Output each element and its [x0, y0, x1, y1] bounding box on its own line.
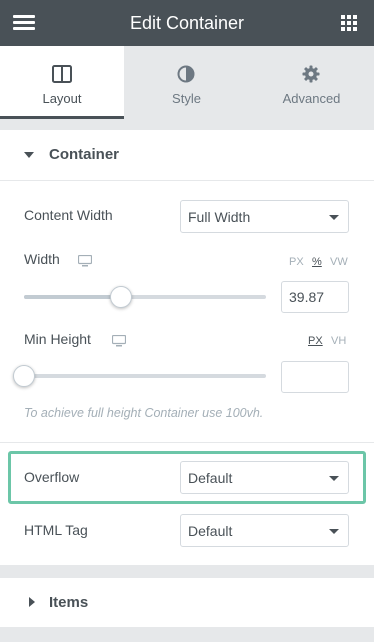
width-slider-handle[interactable]	[110, 286, 132, 308]
section-container-title: Container	[49, 146, 120, 163]
min-height-slider-handle[interactable]	[13, 365, 35, 387]
unit-px[interactable]: PX	[289, 256, 304, 268]
caret-down-icon	[24, 152, 34, 158]
overflow-value: Default	[188, 470, 233, 486]
min-height-hint: To achieve full height Container use 100…	[24, 406, 264, 420]
gear-icon	[302, 65, 320, 83]
width-slider-fill	[24, 295, 121, 299]
chevron-down-icon	[329, 215, 339, 220]
width-label: Width	[24, 251, 60, 267]
section-items-header[interactable]: Items	[0, 578, 374, 627]
panel-tabs: Layout Style Advanced	[0, 46, 374, 119]
min-height-input[interactable]	[281, 361, 349, 393]
container-controls: Content Width Full Width Width PX % VW M…	[0, 180, 374, 442]
width-input[interactable]	[281, 281, 349, 313]
content-width-select[interactable]: Full Width	[180, 200, 349, 233]
layout-icon	[52, 65, 72, 83]
container-controls-2: Overflow Default HTML Tag Default	[0, 443, 374, 565]
panel-title: Edit Container	[129, 13, 245, 33]
content-width-value: Full Width	[188, 209, 251, 225]
html-tag-select[interactable]: Default	[180, 514, 349, 547]
html-tag-value: Default	[188, 523, 233, 539]
overflow-select[interactable]: Default	[180, 461, 349, 494]
editor-header: Edit Container	[0, 0, 374, 46]
unit-vw[interactable]: VW	[330, 256, 348, 268]
chevron-down-icon	[329, 476, 339, 481]
tab-style-label: Style	[172, 91, 201, 106]
tab-layout[interactable]: Layout	[0, 46, 124, 119]
unit-px[interactable]: PX	[308, 335, 323, 347]
tab-style[interactable]: Style	[124, 46, 249, 119]
chevron-down-icon	[329, 529, 339, 534]
html-tag-label: HTML Tag	[24, 522, 88, 538]
tab-layout-label: Layout	[42, 91, 82, 106]
width-slider-track[interactable]	[24, 295, 266, 299]
desktop-icon[interactable]	[112, 335, 126, 347]
tab-advanced[interactable]: Advanced	[249, 46, 374, 119]
content-width-label: Content Width	[24, 207, 113, 223]
overflow-label: Overflow	[24, 469, 80, 485]
min-height-label: Min Height	[24, 331, 91, 347]
section-items-title: Items	[49, 594, 89, 611]
desktop-icon[interactable]	[78, 255, 92, 267]
caret-right-icon	[29, 597, 35, 607]
section-container-header[interactable]: Container	[0, 130, 374, 180]
min-height-slider-track[interactable]	[24, 374, 266, 378]
unit-vh[interactable]: VH	[331, 335, 346, 347]
half-circle-icon	[177, 65, 195, 83]
grid-icon[interactable]	[341, 15, 357, 31]
tab-advanced-label: Advanced	[282, 91, 341, 106]
unit-percent[interactable]: %	[312, 256, 322, 268]
